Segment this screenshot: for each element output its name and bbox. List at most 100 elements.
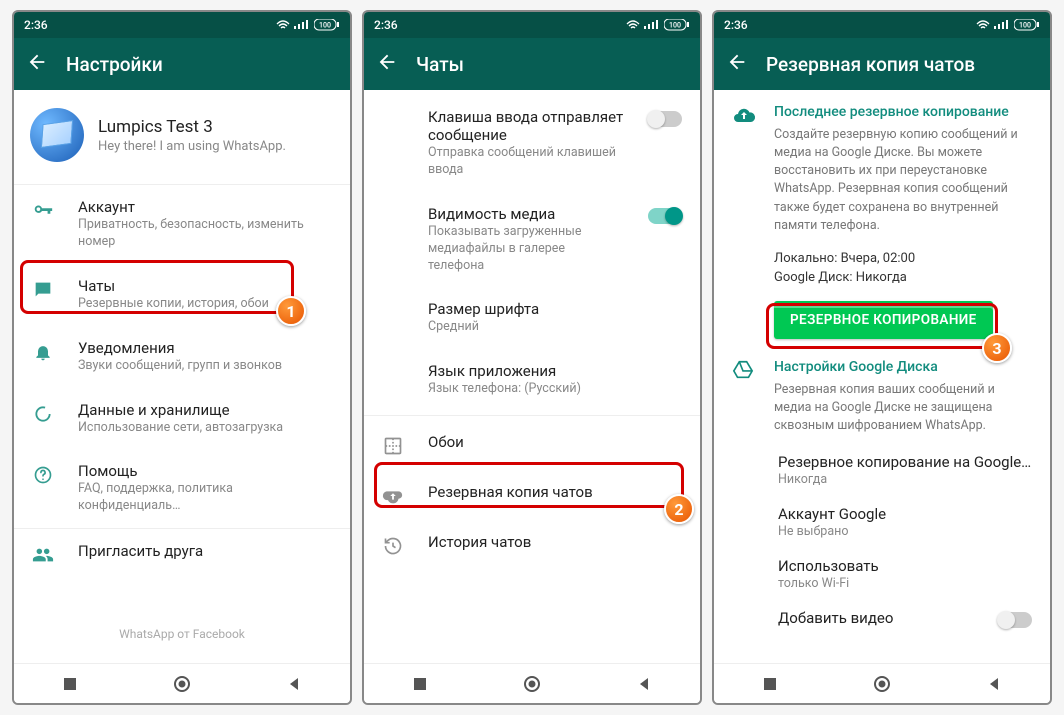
toggle-media-visibility[interactable]: [648, 208, 682, 224]
section-title: Настройки Google Диска: [774, 359, 1032, 375]
settings-item-help[interactable]: Помощь FAQ, поддержка, политика конфиден…: [14, 449, 350, 529]
section-desc: Создайте резервную копию сообщений и мед…: [774, 126, 1032, 235]
page-title: Резервная копия чатов: [766, 53, 975, 76]
settings-item-notifications[interactable]: Уведомления Звуки сообщений, групп и зво…: [14, 326, 350, 388]
nav-recent-icon[interactable]: [412, 676, 428, 692]
row-gd-include-video[interactable]: Добавить видео: [714, 601, 1050, 636]
nav-back-icon[interactable]: [286, 676, 302, 692]
status-bar: 2:36 100: [14, 12, 350, 38]
row-media-visibility[interactable]: Видимость медиа Показывать загруженные м…: [364, 192, 700, 288]
item-sub: Приватность, безопасность, изменить номе…: [78, 217, 332, 251]
item-title: Аккаунт Google: [778, 505, 1032, 523]
row-gd-frequency[interactable]: Резервное копирование на Google… Никогда: [714, 445, 1050, 497]
status-time: 2:36: [374, 18, 398, 32]
item-title: Пригласить друга: [78, 542, 332, 560]
phone-backup: 2:36 100 Резервная копия чатов Последнее…: [712, 10, 1052, 705]
status-bar: 2:36 100: [714, 12, 1050, 38]
row-gd-network[interactable]: Использовать только Wi-Fi: [714, 549, 1050, 601]
item-title: Размер шрифта: [428, 300, 682, 318]
footer-text: WhatsApp от Facebook: [14, 627, 350, 641]
settings-item-chats[interactable]: Чаты Резервные копии, история, обои: [14, 264, 350, 326]
item-title: Помощь: [78, 462, 332, 480]
row-app-language[interactable]: Язык приложения Язык телефона: (Русский): [364, 349, 700, 411]
item-title: Использовать: [778, 557, 1032, 575]
item-sub: Использование сети, автозагрузка: [78, 420, 332, 437]
row-font-size[interactable]: Размер шрифта Средний: [364, 287, 700, 349]
profile-row[interactable]: Lumpics Test 3 Hey there! I am using Wha…: [14, 90, 350, 185]
nav-home-icon[interactable]: [523, 675, 541, 693]
app-bar: Настройки: [14, 38, 350, 90]
row-wallpaper[interactable]: Обои: [364, 420, 700, 470]
cloud-upload-icon: [382, 485, 404, 507]
section-desc: Резервная копия ваших сообщений и медиа …: [774, 381, 1032, 435]
nav-home-icon[interactable]: [873, 675, 891, 693]
people-icon: [32, 544, 54, 566]
status-time: 2:36: [24, 18, 48, 32]
nav-recent-icon[interactable]: [762, 676, 778, 692]
item-sub: Показывать загруженные медиафайлы в гале…: [428, 224, 624, 275]
signal-icon: [994, 20, 1010, 30]
wallpaper-icon: [382, 435, 404, 457]
history-icon: [382, 535, 404, 557]
svg-text:100: 100: [319, 22, 331, 30]
profile-name: Lumpics Test 3: [98, 117, 286, 137]
nav-back-icon[interactable]: [636, 676, 652, 692]
nav-recent-icon[interactable]: [62, 676, 78, 692]
avatar: [30, 108, 84, 162]
android-nav: [14, 663, 350, 703]
wifi-icon: [626, 20, 640, 30]
item-title: Клавиша ввода отправляет сообщение: [428, 108, 624, 144]
settings-item-account[interactable]: Аккаунт Приватность, безопасность, измен…: [14, 185, 350, 264]
item-title: Данные и хранилище: [78, 401, 332, 419]
help-icon: [32, 464, 54, 486]
item-title: Уведомления: [78, 339, 332, 357]
item-title: Видимость медиа: [428, 205, 624, 223]
cloud-upload-icon: [732, 104, 756, 132]
item-title: Чаты: [78, 277, 332, 295]
divider: [364, 415, 700, 416]
nav-back-icon[interactable]: [986, 676, 1002, 692]
status-icons: 100: [276, 19, 340, 31]
battery-icon: 100: [664, 19, 690, 31]
chat-icon: [32, 279, 54, 301]
settings-item-invite[interactable]: Пригласить друга: [14, 529, 350, 579]
item-title: Аккаунт: [78, 198, 332, 216]
wifi-icon: [976, 20, 990, 30]
android-nav: [714, 663, 1050, 703]
page-title: Настройки: [66, 53, 163, 76]
wifi-icon: [276, 20, 290, 30]
item-sub: только Wi-Fi: [778, 576, 1032, 593]
row-enter-sends[interactable]: Клавиша ввода отправляет сообщение Отпра…: [364, 90, 700, 192]
android-nav: [364, 663, 700, 703]
item-sub: Резервные копии, история, обои: [78, 296, 332, 313]
item-sub: Средний: [428, 319, 682, 336]
back-icon[interactable]: [26, 51, 48, 77]
app-bar: Чаты: [364, 38, 700, 90]
status-bar: 2:36 100: [364, 12, 700, 38]
google-drive-icon: [732, 359, 754, 385]
backup-content: Последнее резервное копирование Создайте…: [714, 90, 1050, 663]
nav-home-icon[interactable]: [173, 675, 191, 693]
settings-item-data[interactable]: Данные и хранилище Использование сети, а…: [14, 388, 350, 450]
row-gd-account[interactable]: Аккаунт Google Не выбрано: [714, 497, 1050, 549]
key-icon: [32, 200, 54, 222]
phone-chats: 2:36 100 Чаты Клавиша ввода отправляет с…: [362, 10, 702, 705]
row-chat-backup[interactable]: Резервная копия чатов: [364, 470, 700, 520]
toggle-enter-sends[interactable]: [648, 111, 682, 127]
toggle-include-video[interactable]: [998, 612, 1032, 628]
svg-text:100: 100: [1019, 22, 1031, 30]
svg-text:100: 100: [669, 22, 681, 30]
back-icon[interactable]: [376, 51, 398, 77]
back-icon[interactable]: [726, 51, 748, 77]
battery-icon: 100: [1014, 19, 1040, 31]
gdrive-backup-line: Google Диск: Никогда: [774, 270, 1032, 285]
app-bar: Резервная копия чатов: [714, 38, 1050, 90]
row-chat-history[interactable]: История чатов: [364, 520, 700, 570]
section-title: Последнее резервное копирование: [774, 104, 1032, 120]
item-sub: Звуки сообщений, групп и звонков: [78, 358, 332, 375]
backup-now-button[interactable]: РЕЗЕРВНОЕ КОПИРОВАНИЕ: [774, 301, 993, 339]
item-title: Резервное копирование на Google…: [778, 453, 1032, 471]
profile-status: Hey there! I am using WhatsApp.: [98, 139, 286, 154]
chats-content: Клавиша ввода отправляет сообщение Отпра…: [364, 90, 700, 663]
battery-icon: 100: [314, 19, 340, 31]
